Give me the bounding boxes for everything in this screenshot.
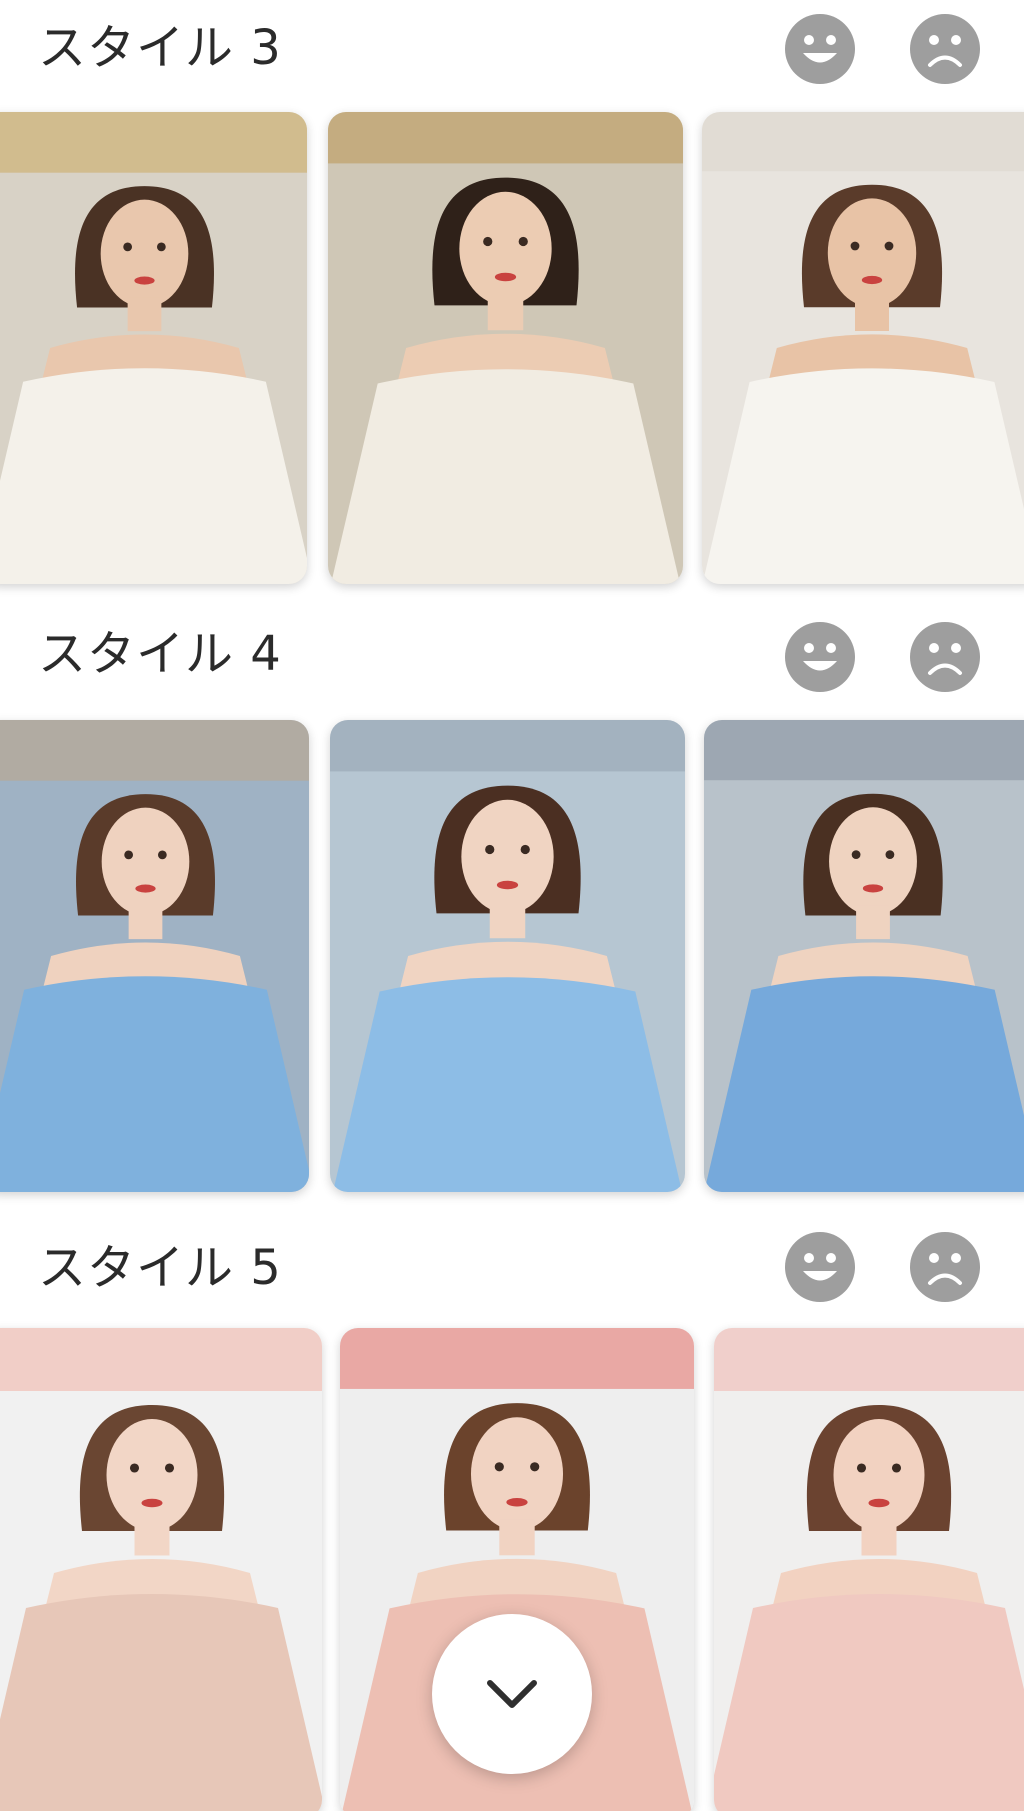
face [100, 199, 189, 308]
eye [520, 844, 530, 855]
dress [704, 976, 1024, 1192]
eye [164, 1463, 175, 1473]
lips [506, 1497, 528, 1507]
smiling-face-icon [803, 1253, 837, 1281]
face [461, 799, 554, 914]
lips [861, 275, 883, 285]
dress [0, 368, 307, 584]
face [101, 807, 190, 916]
eye [123, 242, 133, 252]
eye [850, 241, 860, 251]
neck [856, 905, 890, 940]
style-section-4: スタイル 4 [0, 600, 1024, 1210]
background-detail [0, 1328, 322, 1391]
portrait-image [714, 1328, 1024, 1811]
eye [885, 850, 895, 859]
eye [485, 844, 495, 855]
background-detail [328, 112, 683, 164]
neck [134, 1520, 170, 1556]
lips [141, 1498, 163, 1508]
eye [483, 236, 493, 247]
like-button[interactable] [785, 14, 855, 84]
background-detail [702, 112, 1024, 172]
frowning-face-icon [928, 1253, 962, 1285]
portrait-image [330, 720, 685, 1192]
eye [884, 241, 894, 251]
frowning-face-icon [928, 35, 962, 67]
style-photo[interactable] [704, 720, 1024, 1192]
smiling-face-icon [803, 35, 837, 63]
face [470, 1417, 564, 1531]
portrait-image [0, 1328, 322, 1811]
frowning-face-icon [928, 643, 962, 675]
scroll-down-button[interactable] [432, 1614, 592, 1774]
background-detail [0, 720, 309, 781]
lips [134, 276, 155, 285]
style-photo[interactable] [0, 112, 307, 584]
neck [489, 902, 526, 939]
dress [0, 1594, 322, 1811]
dress [702, 368, 1024, 584]
dress [0, 976, 309, 1192]
background-detail [340, 1328, 694, 1389]
chevron-down-icon [487, 1680, 537, 1708]
style-photo[interactable] [0, 720, 309, 1192]
dislike-button[interactable] [910, 622, 980, 692]
lips [135, 884, 156, 893]
style-section-3: スタイル 3 [0, 0, 1024, 600]
background-detail [704, 720, 1024, 781]
neck [855, 297, 889, 331]
background-detail [0, 112, 307, 173]
section-title: スタイル 4 [38, 626, 282, 682]
portrait-image [328, 112, 683, 584]
style-selection-page: スタイル 3 スタイル 4 スタイル 5 [0, 0, 1024, 1811]
background-detail [714, 1328, 1024, 1391]
like-button[interactable] [785, 1232, 855, 1302]
eye [851, 850, 861, 859]
dress [330, 369, 681, 584]
style-photo[interactable] [330, 720, 685, 1192]
lips [868, 1498, 890, 1508]
face [833, 1419, 925, 1531]
lips [862, 884, 884, 893]
portrait-image [702, 112, 1024, 584]
portrait-image [704, 720, 1024, 1192]
eye [856, 1463, 867, 1473]
background-detail [330, 720, 685, 772]
like-button[interactable] [785, 622, 855, 692]
dislike-button[interactable] [910, 14, 980, 84]
face [459, 191, 552, 306]
eye [530, 1462, 540, 1472]
eye [494, 1462, 504, 1472]
portrait-image [0, 720, 309, 1192]
eye [891, 1463, 902, 1473]
neck [127, 297, 162, 332]
portrait-image [0, 112, 307, 584]
neck [499, 1519, 535, 1556]
smiling-face-icon [803, 643, 837, 671]
dress [332, 977, 683, 1192]
style-photo[interactable] [0, 1328, 322, 1811]
neck [861, 1520, 897, 1556]
section-title: スタイル 5 [38, 1240, 282, 1296]
face [106, 1419, 198, 1531]
eye [156, 242, 166, 252]
lips [494, 272, 517, 282]
section-title: スタイル 3 [38, 20, 282, 76]
style-photo[interactable] [328, 112, 683, 584]
eye [157, 850, 167, 860]
lips [496, 880, 519, 890]
neck [487, 294, 524, 331]
face [829, 807, 917, 916]
face [827, 198, 917, 308]
eye [518, 236, 528, 247]
eye [129, 1463, 140, 1473]
style-photo[interactable] [702, 112, 1024, 584]
eye [124, 850, 134, 860]
neck [128, 905, 163, 940]
dress [714, 1594, 1024, 1811]
dislike-button[interactable] [910, 1232, 980, 1302]
style-photo[interactable] [714, 1328, 1024, 1811]
